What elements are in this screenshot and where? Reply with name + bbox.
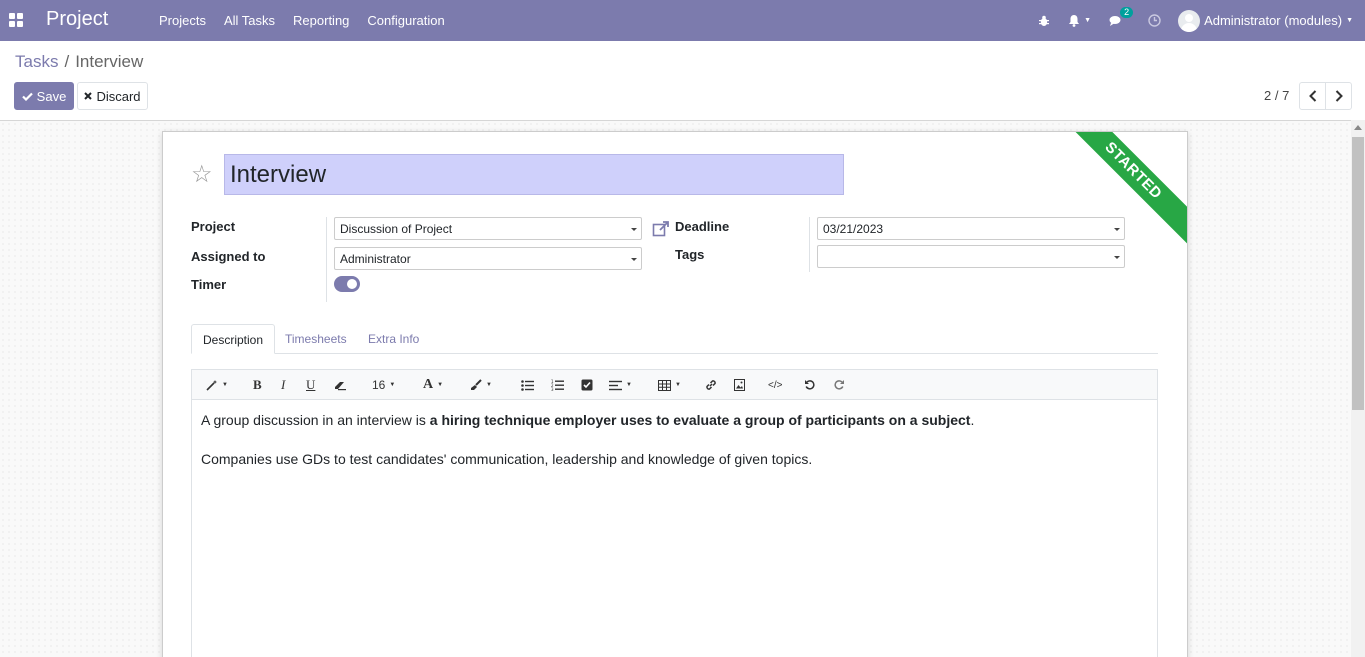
field-separator: [326, 217, 327, 302]
breadcrumb-tasks-link[interactable]: Tasks: [15, 52, 58, 71]
bullet-list-icon[interactable]: [521, 376, 534, 394]
discard-label: Discard: [96, 88, 141, 104]
discard-button[interactable]: Discard: [77, 82, 148, 110]
menu-item-configuration[interactable]: Configuration: [358, 13, 453, 28]
tags-select[interactable]: [817, 245, 1125, 268]
menu-item-projects[interactable]: Projects: [150, 13, 215, 28]
editor-content[interactable]: A group discussion in an interview is a …: [201, 411, 1141, 489]
pager-value[interactable]: 2 / 7: [1264, 88, 1289, 103]
external-link-icon[interactable]: [652, 220, 670, 238]
pager-previous-button[interactable]: [1300, 83, 1325, 109]
project-label: Project: [191, 219, 236, 234]
project-value: Discussion of Project: [340, 222, 453, 236]
chevron-left-icon: [1308, 90, 1316, 102]
paragraph-align-icon[interactable]: ▼: [609, 376, 632, 394]
description-editor: ▼ B I U 16 ▼ A ▼ ▼ 123 ▼ ▼ </> A group d…: [191, 369, 1158, 657]
top-navbar: Project Projects All Tasks Reporting Con…: [0, 0, 1365, 41]
tab-description[interactable]: Description: [191, 324, 276, 354]
redo-icon[interactable]: [833, 376, 845, 394]
editor-toolbar: ▼ B I U 16 ▼ A ▼ ▼ 123 ▼ ▼ </>: [192, 370, 1157, 400]
italic-icon[interactable]: I: [281, 376, 285, 394]
highlight-brush-icon[interactable]: ▼: [470, 376, 492, 394]
debug-bug-icon[interactable]: [1038, 15, 1050, 27]
font-size-dropdown[interactable]: 16 ▼: [372, 376, 395, 394]
scroll-up-arrow-icon[interactable]: [1354, 125, 1362, 130]
table-icon[interactable]: ▼: [658, 376, 681, 394]
paragraph-1-bold: a hiring technique employer uses to eval…: [429, 412, 971, 428]
breadcrumb: Tasks / Interview: [15, 52, 143, 72]
breadcrumb-current: Interview: [75, 52, 144, 71]
main-menu: Projects All Tasks Reporting Configurati…: [150, 0, 454, 41]
chevron-down-icon: [631, 258, 637, 261]
avatar: [1178, 9, 1201, 32]
timer-toggle[interactable]: [334, 276, 360, 292]
breadcrumb-separator: /: [64, 52, 70, 71]
menu-item-reporting[interactable]: Reporting: [284, 13, 358, 28]
apps-menu-icon[interactable]: [9, 13, 23, 27]
chat-messages-icon[interactable]: 2: [1109, 6, 1134, 27]
pager-next-button[interactable]: [1325, 83, 1351, 109]
notebook-tabs: Description Timesheets Extra Info: [191, 324, 1158, 354]
assigned-to-select[interactable]: Administrator: [334, 247, 642, 270]
eraser-icon[interactable]: [334, 376, 347, 394]
numbered-list-icon[interactable]: 123: [551, 376, 564, 394]
star-icon[interactable]: ☆: [191, 160, 213, 189]
chevron-down-icon: [1114, 228, 1120, 231]
app-brand[interactable]: Project: [46, 8, 108, 31]
scrollbar-thumb[interactable]: [1352, 137, 1364, 410]
image-icon[interactable]: [734, 376, 745, 394]
checklist-icon[interactable]: [581, 376, 593, 394]
chevron-down-icon: ▼: [1084, 17, 1092, 24]
paragraph-1: A group discussion in an interview is a …: [201, 411, 1141, 429]
paragraph-1-end: .: [970, 412, 975, 428]
text-color-icon[interactable]: A ▼: [423, 376, 443, 394]
task-name-input[interactable]: [224, 154, 844, 195]
assigned-to-value: Administrator: [340, 252, 411, 266]
tags-label: Tags: [675, 247, 705, 262]
tab-extra-info[interactable]: Extra Info: [357, 324, 430, 354]
tab-timesheets[interactable]: Timesheets: [274, 324, 358, 354]
chevron-down-icon: [631, 228, 637, 231]
style-wand-icon[interactable]: ▼: [206, 376, 228, 394]
notification-bell-icon[interactable]: ▼: [1068, 14, 1091, 27]
bold-icon[interactable]: B: [253, 376, 262, 394]
pager-buttons: [1299, 82, 1352, 110]
form-sheet: STARTED ☆ Project Assigned to Timer Disc…: [162, 131, 1188, 657]
check-icon: [21, 92, 33, 101]
timer-label: Timer: [191, 277, 227, 292]
user-name: Administrator (modules): [1204, 13, 1343, 28]
navbar-systray: ▼ 2 Administrator (modules) ▼: [1029, 0, 1365, 41]
assigned-to-label: Assigned to: [191, 249, 266, 264]
font-size-value: 16: [372, 378, 386, 392]
paragraph-1-start: A group discussion in an interview is: [201, 412, 430, 428]
link-icon[interactable]: [705, 376, 717, 394]
code-view-icon[interactable]: </>: [768, 376, 782, 394]
deadline-value: 03/21/2023: [823, 222, 884, 236]
chevron-right-icon: [1335, 90, 1343, 102]
menu-item-all-tasks[interactable]: All Tasks: [215, 13, 284, 28]
chevron-down-icon: [1114, 256, 1120, 259]
user-menu[interactable]: Administrator (modules) ▼: [1178, 9, 1353, 32]
undo-icon[interactable]: [804, 376, 816, 394]
chevron-down-icon: ▼: [1346, 17, 1353, 24]
field-separator: [809, 217, 810, 272]
activity-clock-icon[interactable]: [1148, 14, 1161, 27]
svg-text:3: 3: [551, 387, 554, 391]
close-icon: [84, 92, 93, 100]
deadline-input[interactable]: 03/21/2023: [817, 217, 1125, 240]
vertical-scrollbar[interactable]: [1351, 120, 1365, 657]
deadline-label: Deadline: [675, 219, 730, 234]
chat-count-badge: 2: [1120, 6, 1134, 18]
project-select[interactable]: Discussion of Project: [334, 217, 642, 240]
underline-icon[interactable]: U: [306, 376, 315, 394]
paragraph-2: Companies use GDs to test candidates' co…: [201, 451, 813, 467]
save-label: Save: [36, 88, 67, 104]
save-button[interactable]: Save: [14, 82, 74, 110]
